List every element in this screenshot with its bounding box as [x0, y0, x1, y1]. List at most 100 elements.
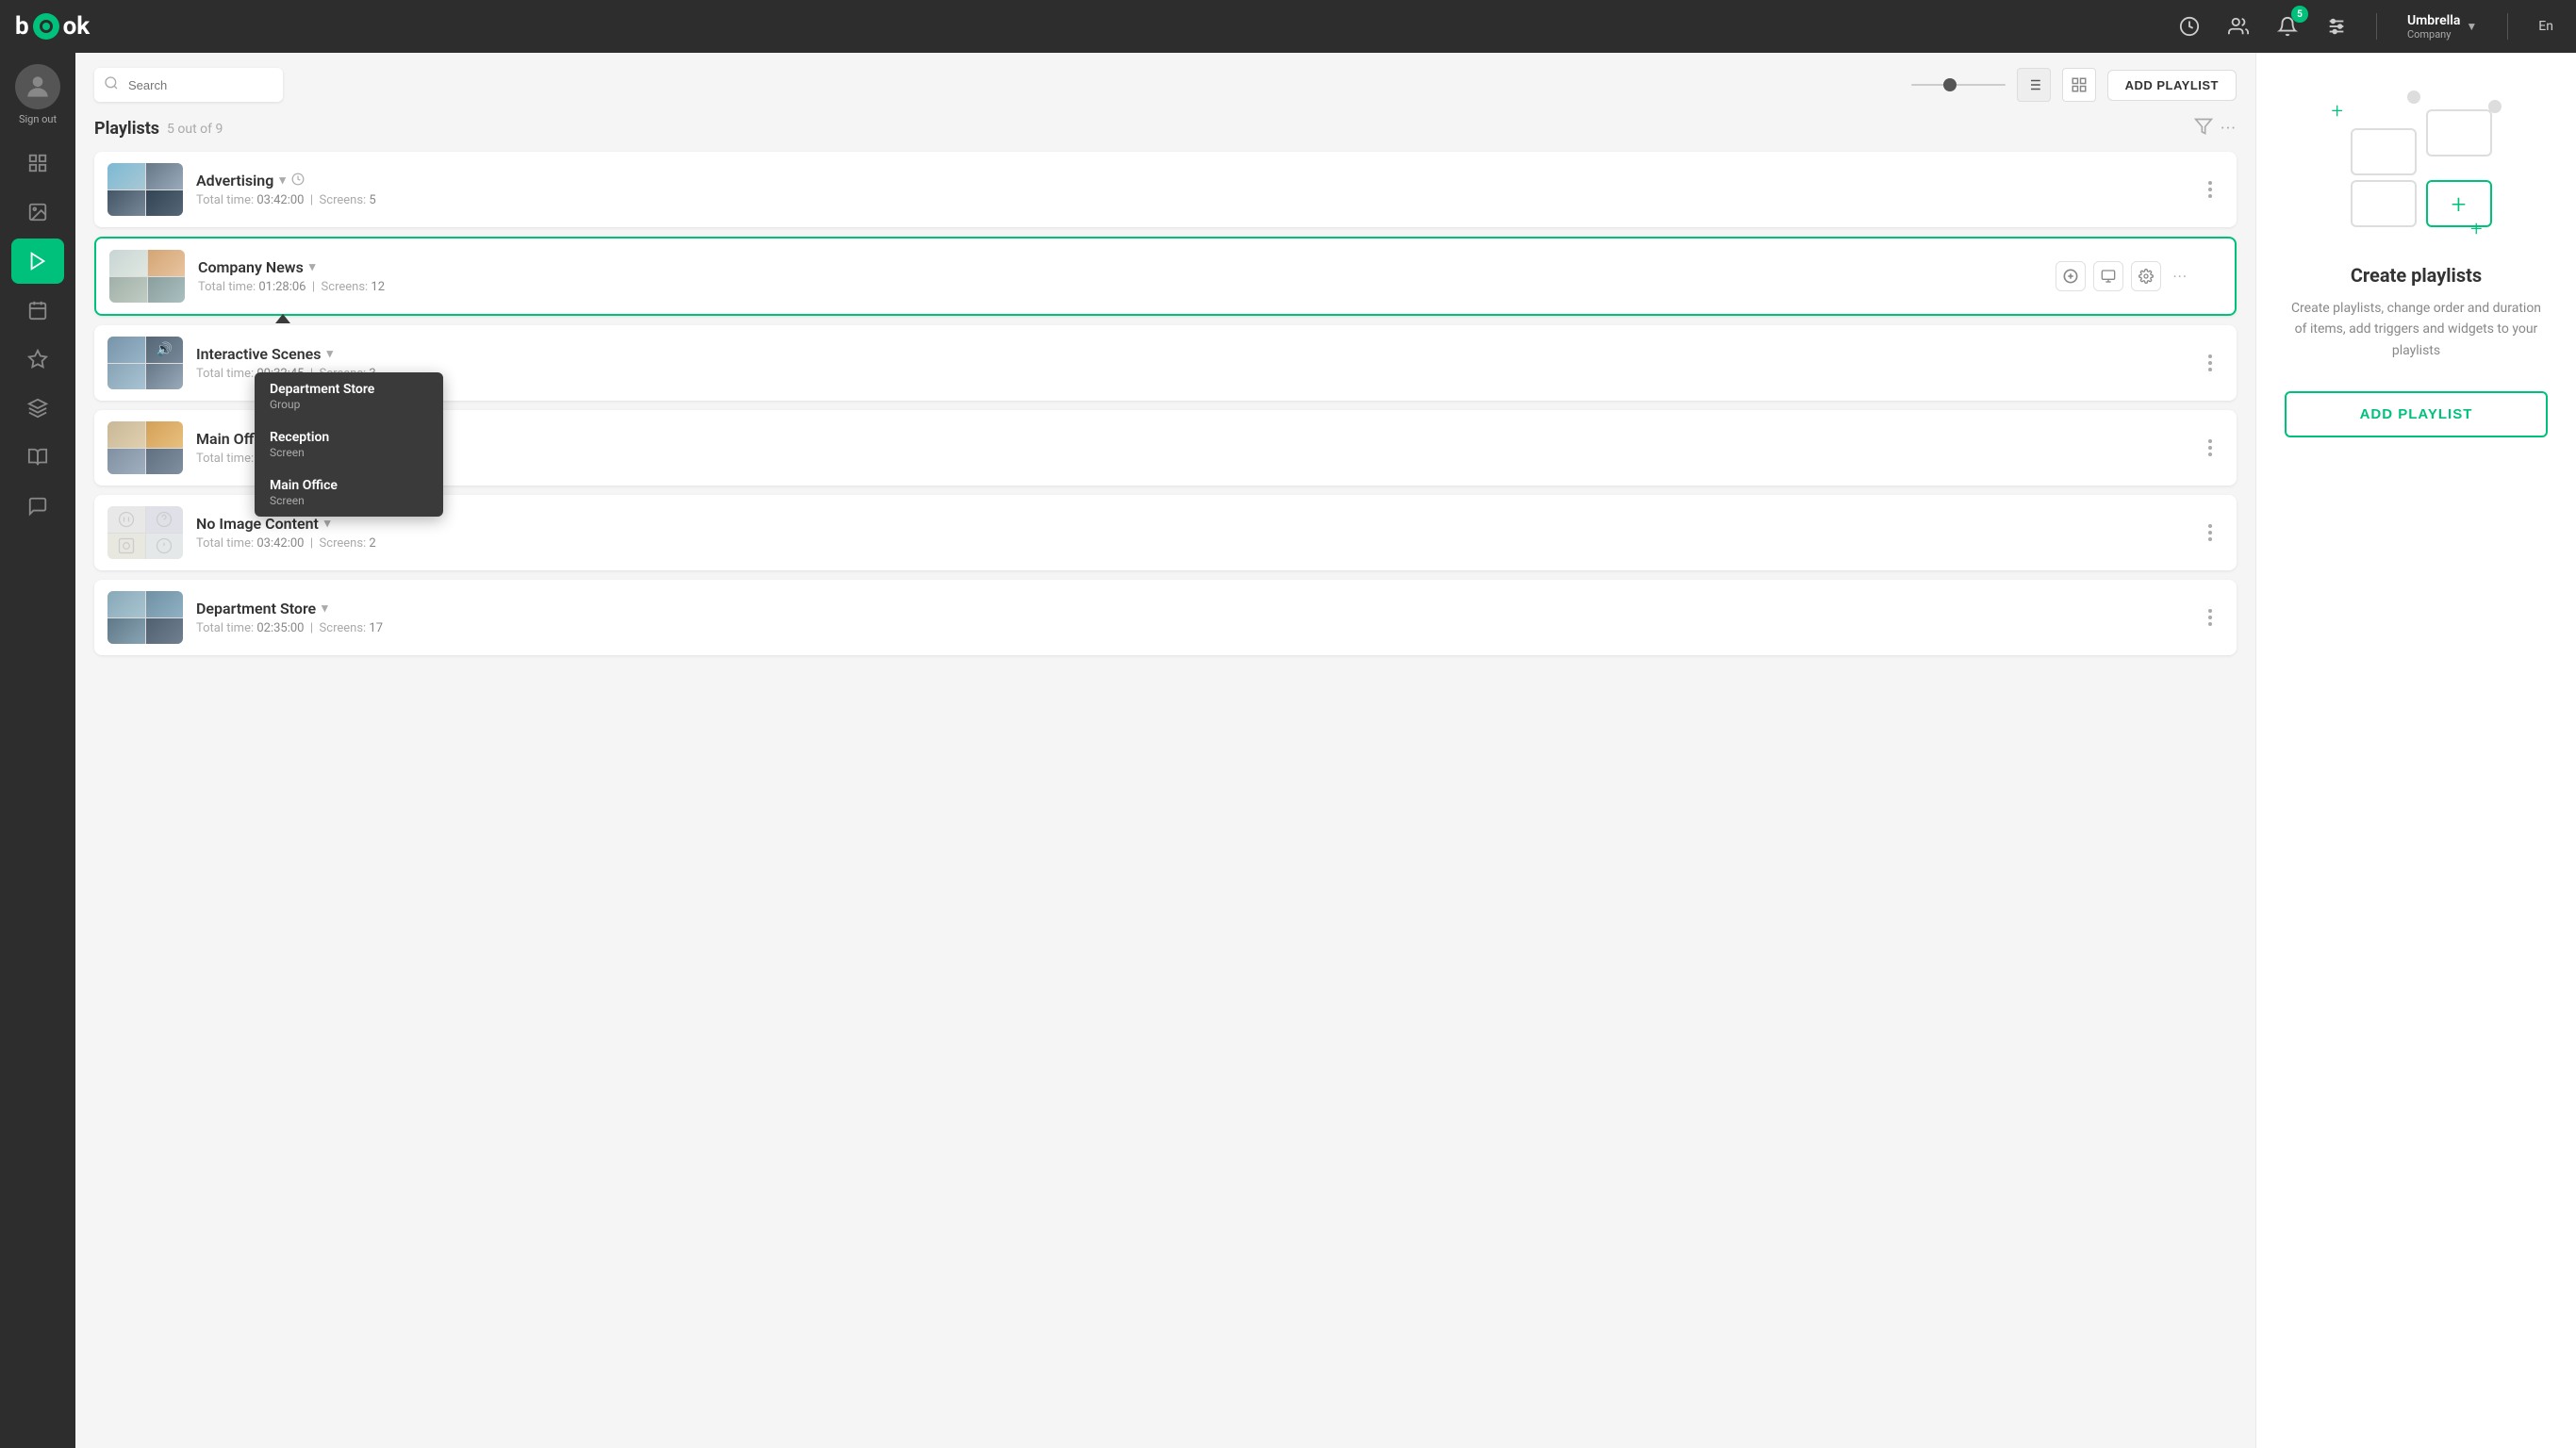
dropdown-item-dept-store[interactable]: Department Store Group	[255, 372, 443, 420]
playlist-name-text: Company News	[198, 258, 304, 276]
sidebar: Sign out	[0, 53, 75, 1448]
playlist-menu-btn-mainoffice[interactable]	[2197, 435, 2223, 461]
playlist-name-text: No Image Content	[196, 515, 319, 533]
sidebar-item-favorites[interactable]	[11, 337, 64, 382]
playlist-settings-btn[interactable]	[2131, 261, 2161, 291]
thumb-cell	[107, 534, 145, 560]
playlist-item-advertising: Advertising ▾ Total time: 03:42:00 | Scr…	[94, 152, 2237, 227]
sidebar-item-schedule[interactable]	[11, 288, 64, 333]
add-content-btn[interactable]	[2056, 261, 2086, 291]
company-selector[interactable]: Umbrella Company ▼	[2400, 9, 2485, 44]
playlist-chevron[interactable]: ▾	[326, 347, 333, 361]
thumb-cell	[109, 277, 147, 304]
thumb-cell	[146, 364, 184, 390]
illustration-card	[2351, 128, 2417, 175]
playlist-item-interactive: 🔊 Interactive Scenes ▾ Total time: 00:32…	[94, 325, 2237, 401]
playlist-chevron[interactable]: ▾	[279, 173, 286, 188]
playlist-info: Advertising ▾ Total time: 03:42:00 | Scr…	[196, 172, 2189, 207]
create-playlists-desc: Create playlists, change order and durat…	[2285, 298, 2548, 361]
logo-icon-inner	[40, 20, 53, 33]
topnav: b ok 5 Umbrella Company ▼ En	[0, 0, 2576, 53]
add-playlist-btn[interactable]: ADD PLAYLIST	[2107, 70, 2237, 101]
filter-icon-btn[interactable]	[2194, 117, 2213, 140]
playlist-meta: Total time: 01:28:06 | Screens: 12	[198, 280, 2056, 294]
sidebar-item-dashboard[interactable]	[11, 140, 64, 186]
thumb-cell: 🔊	[146, 337, 184, 363]
playlist-chevron[interactable]: ▾	[324, 517, 331, 531]
assign-screen-btn[interactable]	[2093, 261, 2123, 291]
playlist-name-text: Department Store	[196, 600, 316, 617]
company-sub: Company	[2407, 28, 2460, 41]
playlist-meta: Total time: 00:32:45 | Screens: 3	[196, 367, 2189, 381]
playlists-header: Playlists 5 out of 9 ···	[94, 117, 2237, 140]
topnav-divider	[2376, 13, 2377, 40]
playlist-menu-btn-dept[interactable]	[2197, 604, 2223, 631]
playlist-item-dept-store: Department Store ▾ Total time: 02:35:00 …	[94, 580, 2237, 655]
playlist-chevron[interactable]: ▾	[322, 601, 328, 616]
topnav-divider2	[2507, 13, 2508, 40]
illustration-card	[2426, 109, 2492, 156]
dropdown-item-main-office[interactable]: Main Office Screen	[255, 469, 443, 517]
playlist-menu-btn-advertising[interactable]	[2197, 176, 2223, 203]
playlist-thumb-company	[109, 250, 185, 303]
sidebar-item-media[interactable]	[11, 189, 64, 235]
settings-icon-btn[interactable]	[2320, 9, 2353, 43]
dropdown-item-reception[interactable]: Reception Screen	[255, 420, 443, 469]
notifications-badge: 5	[2291, 6, 2308, 23]
playlist-name: Advertising ▾	[196, 172, 2189, 189]
list-view-btn[interactable]	[2017, 68, 2051, 102]
right-panel: + + + Create playlists Create playlists,…	[2255, 53, 2576, 1448]
playlist-info: Main Office ▾ Total time: 00:??:?? | Scr…	[196, 430, 2189, 466]
search-input[interactable]	[94, 68, 283, 102]
playlist-item-company-news: Company News ▾ Total time: 01:28:06 | Sc…	[94, 237, 2237, 316]
thumb-cell	[107, 337, 145, 363]
playlist-name-text: Interactive Scenes	[196, 345, 321, 363]
users-icon-btn[interactable]	[2221, 9, 2255, 43]
more-options-btn[interactable]: ···	[2221, 119, 2237, 139]
signout-label[interactable]: Sign out	[19, 113, 57, 125]
avatar[interactable]	[15, 64, 60, 109]
playlist-menu-btn-noimage[interactable]	[2197, 519, 2223, 546]
playlist-chevron[interactable]: ▾	[309, 260, 316, 274]
dropdown-item-title: Reception	[270, 430, 428, 445]
playlist-thumb-noimage	[107, 506, 183, 559]
dropdown-popup: Department Store Group Reception Screen …	[255, 372, 443, 517]
zoom-slider[interactable]	[1911, 84, 2006, 86]
playlist-name: Company News ▾	[198, 258, 2056, 276]
thumb-cell	[146, 163, 184, 189]
topnav-icons: 5 Umbrella Company ▼ En	[2172, 9, 2561, 44]
playlist-menu-btn-interactive[interactable]	[2197, 350, 2223, 376]
toolbar: ADD PLAYLIST	[94, 68, 2237, 102]
playlists-count: 5 out of 9	[167, 122, 223, 137]
thumb-cell	[107, 421, 145, 448]
playlists-title: Playlists	[94, 119, 159, 139]
content: ADD PLAYLIST Playlists 5 out of 9 ···	[75, 53, 2255, 1448]
thumb-cell	[146, 591, 184, 617]
logo-ok: ok	[63, 12, 91, 41]
dropdown-arrow	[275, 314, 290, 323]
playlist-thumb-advertising	[107, 163, 183, 216]
sidebar-item-messages[interactable]	[11, 484, 64, 529]
thumb-cell	[146, 449, 184, 475]
add-playlist-big-btn[interactable]: ADD PLAYLIST	[2285, 391, 2548, 437]
slider-wrap	[1911, 84, 2006, 86]
clock-icon	[291, 173, 305, 189]
dropdown-item-title: Department Store	[270, 382, 428, 397]
create-illustration: + + +	[2313, 90, 2520, 241]
grid-view-btn[interactable]	[2062, 68, 2096, 102]
illustration-dot	[2407, 90, 2420, 104]
playlist-name: Department Store ▾	[196, 600, 2189, 617]
plus-icon: +	[2332, 100, 2343, 123]
sidebar-item-books[interactable]	[11, 435, 64, 480]
lang-selector[interactable]: En	[2531, 15, 2561, 38]
analytics-icon-btn[interactable]	[2172, 9, 2206, 43]
thumb-cell	[107, 163, 145, 189]
sidebar-item-playlists[interactable]	[11, 239, 64, 284]
search-wrap	[94, 68, 283, 102]
playlist-name-text: Advertising	[196, 172, 273, 189]
playlist-actions-company: ···	[2056, 261, 2188, 291]
sidebar-item-layers[interactable]	[11, 386, 64, 431]
thumb-cell	[146, 506, 184, 533]
company-more-btn[interactable]: ···	[2172, 268, 2188, 286]
notifications-icon-btn[interactable]: 5	[2271, 9, 2304, 43]
